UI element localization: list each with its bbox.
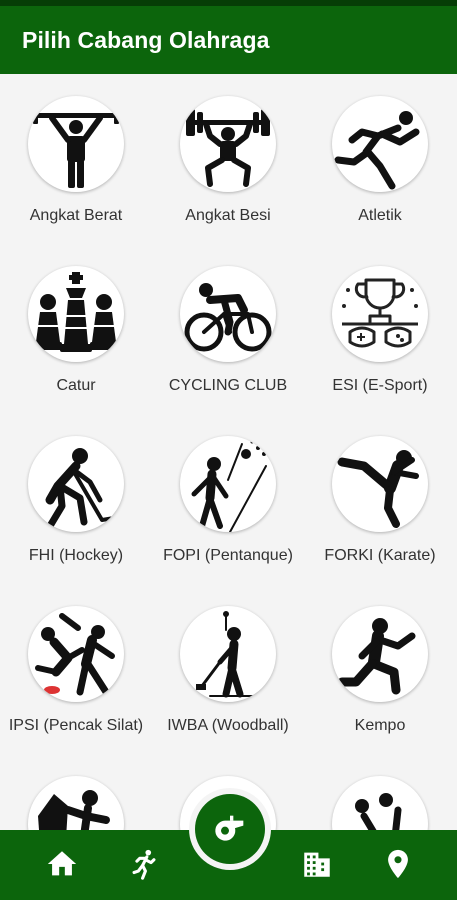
sport-item-fhi[interactable]: FHI (Hockey) — [0, 414, 152, 584]
pencak-silat-icon — [35, 613, 115, 696]
sport-item-atletik[interactable]: Atletik — [304, 74, 456, 244]
sport-grid: Angkat Berat Angkat Besi Atletik Catur C… — [0, 74, 457, 830]
sport-label: Kempo — [354, 717, 406, 734]
weightlifting-icon — [186, 109, 270, 187]
whistle-icon — [215, 815, 244, 841]
sport-label: FHI (Hockey) — [28, 547, 124, 564]
sport-label: FOPI (Pentanque) — [163, 547, 293, 564]
nav-location[interactable] — [376, 842, 420, 886]
sport-label: Angkat Berat — [29, 207, 123, 224]
nav-sports[interactable] — [122, 842, 166, 886]
location-pin-icon — [388, 849, 408, 879]
nav-whistle-button[interactable] — [195, 794, 265, 864]
sport-item-angkat-berat[interactable]: Angkat Berat — [0, 74, 152, 244]
sport-label: Atletik — [358, 207, 402, 224]
petanque-icon — [191, 440, 267, 532]
kempo-icon — [337, 618, 416, 695]
home-icon — [47, 851, 77, 876]
cycling-icon — [184, 283, 272, 352]
chess-pieces-icon — [34, 272, 118, 352]
sport-item-kempo[interactable]: Kempo — [304, 584, 456, 754]
app-bar: Pilih Cabang Olahraga — [0, 6, 457, 74]
sport-label: CYCLING CLUB — [168, 377, 288, 394]
sport-item-esi[interactable]: ESI (E-Sport) — [304, 244, 456, 414]
sport-item-catur[interactable]: Catur — [0, 244, 152, 414]
sport-label: IPSI (Pencak Silat) — [8, 717, 144, 734]
sport-item-volleyball[interactable] — [304, 754, 456, 830]
sport-label: Catur — [56, 377, 96, 394]
hockey-icon — [45, 448, 121, 530]
powerlifting-icon — [33, 107, 119, 188]
sport-item-climbing[interactable] — [0, 754, 152, 830]
sport-item-forki[interactable]: FORKI (Karate) — [304, 414, 456, 584]
sport-label: IWBA (Woodball) — [167, 717, 289, 734]
building-icon — [304, 852, 330, 877]
nav-venues[interactable] — [295, 842, 339, 886]
volleyball-icon — [355, 793, 402, 830]
esport-trophy-icon — [342, 278, 418, 348]
page-title: Pilih Cabang Olahraga — [22, 26, 270, 53]
athlete-icon — [132, 849, 156, 880]
athletics-runner-icon — [334, 111, 420, 190]
sport-label: ESI (E-Sport) — [332, 377, 428, 394]
sport-item-iwba[interactable]: IWBA (Woodball) — [152, 584, 304, 754]
sport-item-fopi[interactable]: FOPI (Pentanque) — [152, 414, 304, 584]
sport-label: FORKI (Karate) — [324, 547, 436, 564]
karate-kick-icon — [337, 450, 419, 528]
nav-home[interactable] — [40, 842, 84, 886]
sport-item-ipsi[interactable]: IPSI (Pencak Silat) — [0, 584, 152, 754]
woodball-icon — [196, 611, 261, 698]
climbing-icon — [38, 790, 110, 830]
sport-label: Angkat Besi — [185, 207, 271, 224]
sport-item-cycling-club[interactable]: CYCLING CLUB — [152, 244, 304, 414]
sport-item-angkat-besi[interactable]: Angkat Besi — [152, 74, 304, 244]
